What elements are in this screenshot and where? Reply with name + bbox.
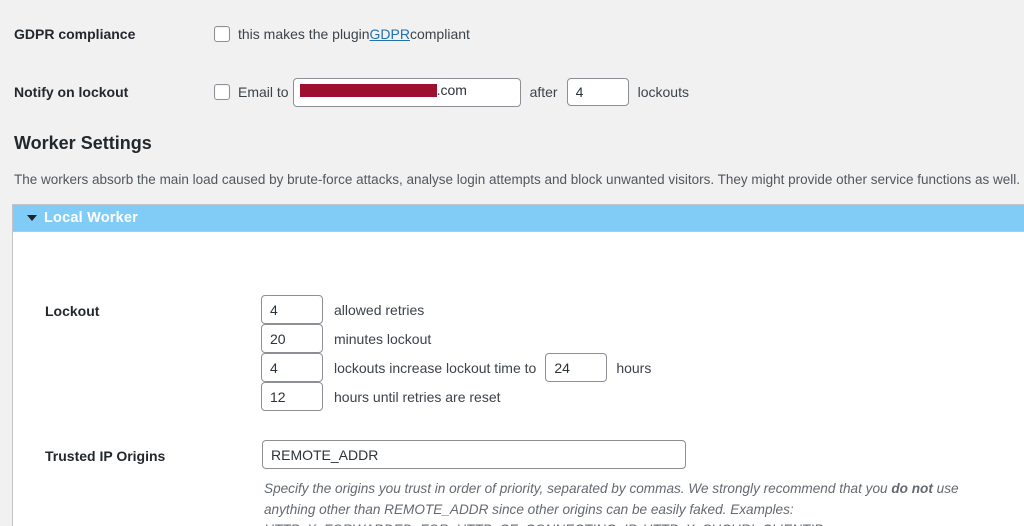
increase-hours-text: hours <box>616 359 652 376</box>
lockouts-count-input[interactable] <box>566 78 629 106</box>
redaction-bar <box>299 83 437 97</box>
gdpr-compliance-checkbox[interactable] <box>214 26 230 42</box>
lockouts-increase-input[interactable] <box>261 353 323 382</box>
trusted-ip-origins-input[interactable] <box>262 440 686 469</box>
gdpr-compliance-field: this makes the plugin GDPR compliant <box>214 26 470 42</box>
gdpr-link[interactable]: GDPR <box>370 26 410 42</box>
settings-page: GDPR compliance this makes the plugin GD… <box>0 0 1024 526</box>
lockouts-increase-text: lockouts increase lockout time to <box>334 359 537 376</box>
trusted-ip-origins-label: Trusted IP Origins <box>45 448 166 464</box>
lockout-row-increase-time: lockouts increase lockout time to hours <box>261 353 651 382</box>
lockout-row-allowed-retries: allowed retries <box>261 295 651 324</box>
local-worker-panel-title: Local Worker <box>44 210 138 226</box>
trusted-ip-origins-help: Specify the origins you trust in order o… <box>264 479 976 526</box>
gdpr-compliance-label: GDPR compliance <box>14 25 136 42</box>
lockout-fields: allowed retries minutes lockout lockouts… <box>261 295 651 411</box>
trusted-ip-origins-field <box>262 440 686 469</box>
lockout-row-minutes-lockout: minutes lockout <box>261 324 651 353</box>
worker-settings-description: The workers absorb the main load caused … <box>14 172 1021 187</box>
gdpr-text-after: compliant <box>409 26 470 42</box>
help-text-bold: do not <box>891 481 933 496</box>
notify-on-lockout-field: Email to .com after lockouts <box>214 77 698 107</box>
notify-email-input[interactable]: .com <box>292 77 521 107</box>
lockout-row-retries-reset: hours until retries are reset <box>261 382 651 411</box>
lockout-label: Lockout <box>45 303 100 319</box>
help-text-part1: Specify the origins you trust in order o… <box>264 481 892 496</box>
after-label: after <box>529 84 558 100</box>
minutes-lockout-input[interactable] <box>261 324 323 353</box>
gdpr-compliance-row: GDPR compliance this makes the plugin GD… <box>0 22 1024 46</box>
lockouts-label: lockouts <box>637 84 689 100</box>
gdpr-text-before: this makes the plugin <box>238 26 370 42</box>
caret-down-icon[interactable] <box>27 215 37 221</box>
email-domain-suffix: .com <box>436 81 467 98</box>
email-to-label: Email to <box>238 84 289 100</box>
worker-settings-title: Worker Settings <box>14 133 152 153</box>
notify-on-lockout-row: Notify on lockout Email to .com after lo… <box>0 77 1024 107</box>
notify-on-lockout-checkbox[interactable] <box>214 84 230 100</box>
minutes-lockout-text: minutes lockout <box>334 330 432 347</box>
retries-reset-text: hours until retries are reset <box>334 388 501 405</box>
local-worker-panel: Local Worker Lockout allowed retries min… <box>12 204 1024 526</box>
allowed-retries-input[interactable] <box>261 295 323 324</box>
retries-reset-input[interactable] <box>261 382 323 411</box>
allowed-retries-text: allowed retries <box>334 301 425 318</box>
increase-hours-input[interactable] <box>545 353 608 382</box>
notify-on-lockout-label: Notify on lockout <box>14 83 129 100</box>
local-worker-panel-header[interactable]: Local Worker <box>13 205 1024 232</box>
local-worker-panel-body: Lockout allowed retries minutes lockout … <box>13 232 1024 526</box>
